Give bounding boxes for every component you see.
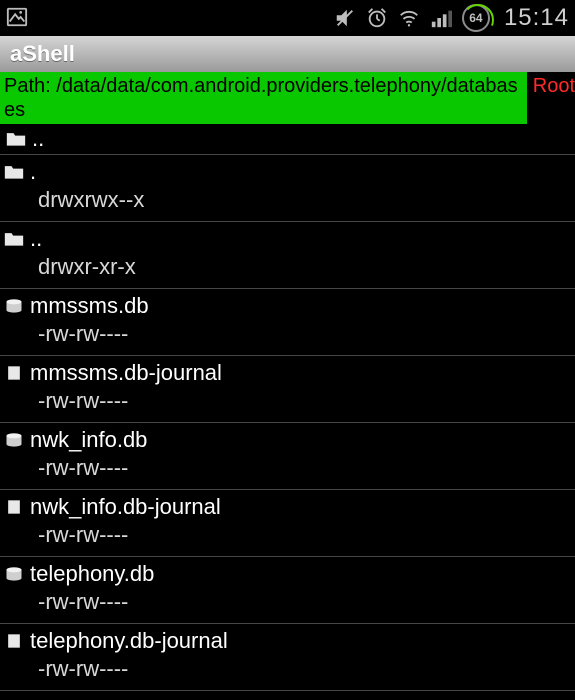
entry-name: telephony.db bbox=[30, 561, 154, 587]
battery-pct: 64 bbox=[469, 11, 482, 25]
entry-name: .. bbox=[32, 126, 44, 152]
battery-indicator: 64 bbox=[462, 4, 490, 32]
root-badge: Root bbox=[527, 72, 575, 100]
list-item[interactable]: telephony.db-journal-rw-rw---- bbox=[0, 624, 575, 691]
file-list[interactable]: ...drwxrwx--x..drwxr-xr-xmmssms.db-rw-rw… bbox=[0, 124, 575, 691]
status-bar: 64 15:14 bbox=[0, 0, 575, 36]
list-item[interactable]: .. bbox=[0, 124, 575, 155]
alarm-icon bbox=[366, 7, 388, 29]
list-item[interactable]: nwk_info.db-journal-rw-rw---- bbox=[0, 490, 575, 557]
folder-icon bbox=[4, 164, 24, 180]
db-icon bbox=[4, 566, 24, 582]
clock: 15:14 bbox=[504, 4, 569, 32]
current-path: Path: /data/data/com.android.providers.t… bbox=[0, 72, 527, 124]
entry-name: mmssms.db bbox=[30, 293, 149, 319]
entry-permissions: drwxr-xr-x bbox=[4, 254, 569, 280]
list-item[interactable]: nwk_info.db-rw-rw---- bbox=[0, 423, 575, 490]
file-icon bbox=[4, 633, 24, 649]
folder-icon bbox=[6, 131, 26, 147]
gallery-icon bbox=[6, 6, 28, 28]
app-title-bar: aShell bbox=[0, 36, 575, 72]
entry-permissions: -rw-rw---- bbox=[4, 455, 569, 481]
app-name: aShell bbox=[10, 41, 75, 67]
entry-permissions: drwxrwx--x bbox=[4, 187, 569, 213]
mute-icon bbox=[334, 7, 356, 29]
list-item[interactable]: .drwxrwx--x bbox=[0, 155, 575, 222]
entry-permissions: -rw-rw---- bbox=[4, 388, 569, 414]
entry-permissions: -rw-rw---- bbox=[4, 522, 569, 548]
entry-name: mmssms.db-journal bbox=[30, 360, 222, 386]
list-item[interactable]: telephony.db-rw-rw---- bbox=[0, 557, 575, 624]
entry-name: . bbox=[30, 159, 36, 185]
path-bar[interactable]: Path: /data/data/com.android.providers.t… bbox=[0, 72, 575, 124]
folder-icon bbox=[4, 231, 24, 247]
entry-permissions: -rw-rw---- bbox=[4, 656, 569, 682]
entry-name: telephony.db-journal bbox=[30, 628, 228, 654]
entry-permissions: -rw-rw---- bbox=[4, 589, 569, 615]
file-icon bbox=[4, 499, 24, 515]
signal-icon bbox=[430, 7, 452, 29]
list-item[interactable]: mmssms.db-journal-rw-rw---- bbox=[0, 356, 575, 423]
wifi-icon bbox=[398, 7, 420, 29]
entry-name: .. bbox=[30, 226, 42, 252]
entry-permissions: -rw-rw---- bbox=[4, 321, 569, 347]
entry-name: nwk_info.db bbox=[30, 427, 147, 453]
entry-name: nwk_info.db-journal bbox=[30, 494, 221, 520]
db-icon bbox=[4, 432, 24, 448]
db-icon bbox=[4, 298, 24, 314]
list-item[interactable]: mmssms.db-rw-rw---- bbox=[0, 289, 575, 356]
list-item[interactable]: ..drwxr-xr-x bbox=[0, 222, 575, 289]
file-icon bbox=[4, 365, 24, 381]
